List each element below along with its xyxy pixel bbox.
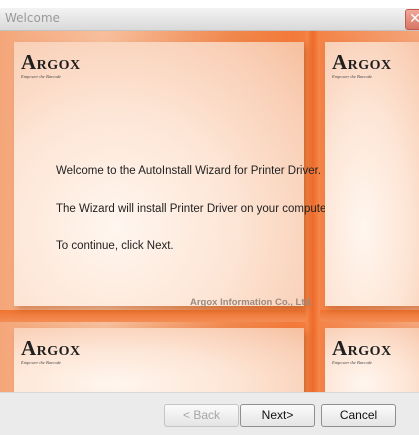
wizard-window: Welcome ✕ ARGOX Empower the Barcode Welc… bbox=[0, 8, 419, 435]
install-message: The Wizard will install Printer Driver o… bbox=[56, 203, 333, 215]
welcome-message: Welcome to the AutoInstall Wizard for Pr… bbox=[56, 165, 322, 177]
continue-instruction: To continue, click Next. bbox=[56, 240, 174, 252]
right-panel: ARGOX Empower the Barcode bbox=[325, 42, 419, 306]
main-panel: ARGOX Empower the Barcode Welcome to the… bbox=[14, 42, 333, 308]
bottom-left-panel: ARGOX Empower the Barcode bbox=[14, 328, 304, 392]
logo-wordmark: ARGOX bbox=[332, 50, 392, 74]
logo-tagline: Empower the Barcode bbox=[332, 74, 373, 79]
title-bar[interactable]: Welcome ✕ bbox=[0, 8, 419, 31]
argox-logo: ARGOX Empower the Barcode bbox=[332, 336, 392, 366]
close-button[interactable]: ✕ bbox=[405, 9, 419, 30]
logo-wordmark: ARGOX bbox=[21, 336, 81, 360]
argox-logo: ARGOX Empower the Barcode bbox=[21, 50, 81, 80]
horizontal-divider-band bbox=[0, 310, 419, 322]
argox-logo: ARGOX Empower the Barcode bbox=[21, 336, 81, 366]
logo-tagline: Empower the Barcode bbox=[332, 360, 373, 365]
logo-tagline: Empower the Barcode bbox=[21, 74, 62, 79]
welcome-banner: ARGOX Empower the Barcode Welcome to the… bbox=[0, 31, 419, 392]
company-name: Argox Information Co., Ltd. bbox=[190, 297, 313, 308]
button-bar: < Back Next> Cancel bbox=[0, 392, 419, 435]
close-icon: ✕ bbox=[409, 11, 419, 27]
logo-wordmark: ARGOX bbox=[21, 50, 81, 74]
bottom-right-panel: ARGOX Empower the Barcode bbox=[325, 328, 419, 392]
cancel-button[interactable]: Cancel bbox=[321, 404, 396, 427]
logo-wordmark: ARGOX bbox=[332, 336, 392, 360]
window-title: Welcome bbox=[5, 11, 60, 25]
back-button[interactable]: < Back bbox=[164, 404, 239, 427]
argox-logo: ARGOX Empower the Barcode bbox=[332, 50, 392, 80]
logo-tagline: Empower the Barcode bbox=[21, 360, 62, 365]
next-button[interactable]: Next> bbox=[240, 404, 315, 427]
